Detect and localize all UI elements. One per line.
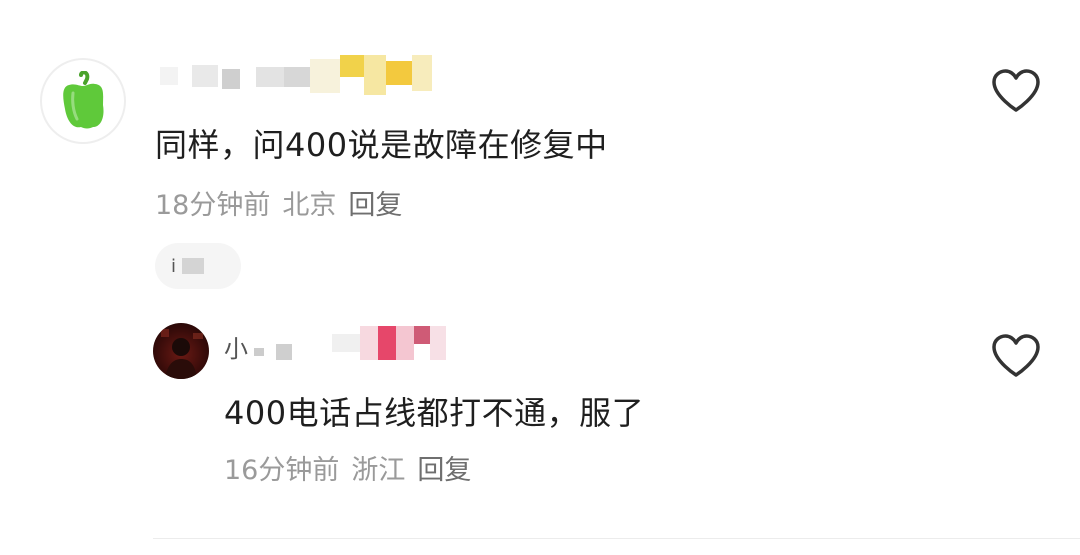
reply-location: 浙江 xyxy=(351,455,406,486)
comment-time: 18分钟前 xyxy=(155,190,271,221)
user-avatar[interactable] xyxy=(40,58,126,144)
reply-username-redacted[interactable]: 小 xyxy=(224,326,446,364)
heart-icon xyxy=(992,334,1040,377)
view-replies-chip[interactable]: i xyxy=(155,243,241,289)
chip-redacted-block xyxy=(182,258,205,274)
divider xyxy=(153,538,1080,539)
reply-reply-button[interactable]: 回复 xyxy=(417,448,471,487)
comment-text: 同样，问400说是故障在修复中 xyxy=(155,126,608,164)
heart-icon xyxy=(992,69,1040,112)
reply-meta: 16分钟前 浙江 回复 xyxy=(224,448,471,487)
comment-thread: 同样，问400说是故障在修复中 18分钟前 北京 回复 i 小 400电话占线都… xyxy=(0,0,1080,555)
reply-button[interactable]: 回复 xyxy=(348,183,402,222)
green-pepper-icon xyxy=(63,71,104,129)
reply-user-avatar[interactable] xyxy=(153,323,209,379)
reply-text: 400电话占线都打不通，服了 xyxy=(224,394,645,432)
dark-red-avatar xyxy=(161,329,203,379)
reply-like-button[interactable] xyxy=(990,333,1042,379)
chip-redacted-text: i xyxy=(171,255,177,277)
comment-location: 北京 xyxy=(282,190,337,221)
reply-username-visible: 小 xyxy=(224,335,248,363)
like-button[interactable] xyxy=(990,68,1042,114)
comment-meta: 18分钟前 北京 回复 xyxy=(155,183,402,222)
username-redacted[interactable] xyxy=(160,55,432,95)
reply-time: 16分钟前 xyxy=(224,455,340,486)
